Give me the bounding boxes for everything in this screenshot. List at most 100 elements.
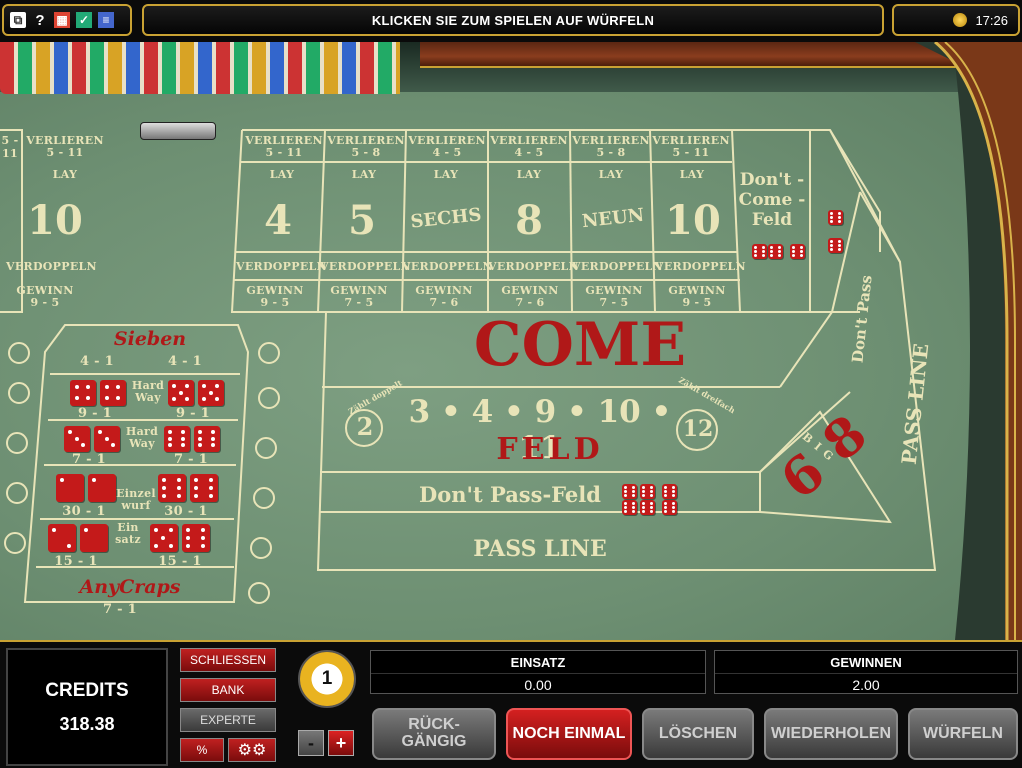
clock-time: 17:26 xyxy=(975,12,1008,28)
wuerfeln-button[interactable]: WÜRFELN xyxy=(908,708,1018,760)
help-icon[interactable]: ? xyxy=(32,12,48,29)
place-number: 4 xyxy=(264,197,292,244)
gewinnen-value: 2.00 xyxy=(715,673,1017,693)
einsatz-label: Ein satz xyxy=(115,521,141,546)
die-icon[interactable] xyxy=(70,380,96,406)
die-icon xyxy=(640,484,655,499)
hop-ring[interactable] xyxy=(6,482,28,504)
place-number[interactable]: 10 xyxy=(14,197,96,244)
plus-button[interactable]: + xyxy=(328,730,354,756)
place-lose-odds: 5 - 8 xyxy=(351,146,381,159)
craps-table[interactable]: 5 - 11 VERLIEREN 5 - 11 LAY 10 VERDOPPEL… xyxy=(0,42,1022,640)
place-win-odds: 7 - 5 xyxy=(599,296,629,309)
die-icon[interactable] xyxy=(182,524,210,552)
place-lay-label: LAY xyxy=(351,168,377,181)
stats-icon[interactable]: ▦ xyxy=(54,12,70,28)
hop-ring[interactable] xyxy=(253,487,275,509)
bank-button[interactable]: BANK xyxy=(180,678,276,702)
place-lose-odds: 5 - 11 xyxy=(672,146,710,159)
die-icon xyxy=(790,244,805,259)
die-icon[interactable] xyxy=(48,524,76,552)
hop-ring[interactable] xyxy=(250,537,272,559)
die-icon[interactable] xyxy=(150,524,178,552)
place-lose-odds: 4 - 5 xyxy=(432,146,462,159)
die-icon[interactable] xyxy=(94,426,120,452)
hop-ring[interactable] xyxy=(258,387,280,409)
sieben-label[interactable]: Sieben xyxy=(100,328,200,350)
die-icon xyxy=(768,244,783,259)
hop-ring[interactable] xyxy=(8,382,30,404)
place-double-label: VERDOPPELN xyxy=(488,260,579,273)
place-lay-label: LAY xyxy=(269,168,295,181)
place-number: 10 xyxy=(665,197,721,244)
einsatz-header: EINSATZ xyxy=(510,655,566,670)
die-icon[interactable] xyxy=(100,380,126,406)
come-area[interactable]: COME xyxy=(440,310,720,380)
die-icon xyxy=(622,500,637,515)
die-icon[interactable] xyxy=(168,380,194,406)
sieben-odds: 4 - 1 xyxy=(167,354,203,369)
place-lay-label: LAY xyxy=(433,168,459,181)
experte-button[interactable]: EXPERTE xyxy=(180,708,276,732)
any-craps-odds: 7 - 1 xyxy=(102,602,138,617)
windows-icon[interactable]: ⧉ xyxy=(10,12,26,28)
place-number: 5 xyxy=(348,197,376,244)
loeschen-button[interactable]: LÖSCHEN xyxy=(642,708,754,760)
field-two: 2 xyxy=(356,412,374,441)
place-double-label: VERDOPPELN xyxy=(6,260,97,273)
rueckgaengig-button[interactable]: RÜCK- GÄNGIG xyxy=(372,708,496,760)
any-craps[interactable]: AnyCraps xyxy=(50,576,210,598)
hop-ring[interactable] xyxy=(248,582,270,604)
dont-pass-feld[interactable]: Don't Pass-Feld xyxy=(400,482,620,507)
die-icon[interactable] xyxy=(194,426,220,452)
top-right-clock: 17:26 xyxy=(892,4,1020,36)
schliessen-button[interactable]: SCHLIESSEN xyxy=(180,648,276,672)
place-win-odds: 9 - 5 xyxy=(30,296,60,309)
percent-button[interactable]: % xyxy=(180,738,224,762)
die-icon[interactable] xyxy=(158,474,186,502)
hop-ring[interactable] xyxy=(4,532,26,554)
die-icon[interactable] xyxy=(64,426,90,452)
hw-odds: 7 - 1 xyxy=(71,452,107,467)
check-icon[interactable]: ✓ xyxy=(76,12,92,28)
place-double-label: VERDOPPELN xyxy=(320,260,411,273)
minus-button[interactable]: - xyxy=(298,730,324,756)
status-message: KLICKEN SIE ZUM SPIELEN AUF WÜRFELN xyxy=(142,4,884,36)
place-double-label: VERDOPPELN xyxy=(572,260,663,273)
place-lay-label: LAY xyxy=(598,168,624,181)
die-icon xyxy=(640,500,655,515)
place-double-label: VERDOPPELN xyxy=(402,260,493,273)
die-icon[interactable] xyxy=(190,474,218,502)
noch-einmal-button[interactable]: NOCH EINMAL xyxy=(506,708,632,760)
pass-line[interactable]: PASS LINE xyxy=(420,536,660,562)
place-win-odds: 7 - 5 xyxy=(344,296,374,309)
die-icon[interactable] xyxy=(198,380,224,406)
hop-ring[interactable] xyxy=(258,342,280,364)
place-lose-odds: 5 - 11 xyxy=(46,146,84,159)
credits-display: CREDITS 318.38 xyxy=(6,648,168,766)
top-left-toolbar: ⧉ ? ▦ ✓ ≡ xyxy=(2,4,132,36)
place-win-odds: 9 - 5 xyxy=(682,296,712,309)
place-lay-label: LAY xyxy=(679,168,705,181)
die-icon[interactable] xyxy=(56,474,84,502)
die-icon[interactable] xyxy=(88,474,116,502)
hw-odds: 7 - 1 xyxy=(173,452,209,467)
place-number: 8 xyxy=(515,197,543,244)
wiederholen-button[interactable]: WIEDERHOLEN xyxy=(764,708,898,760)
feld-label: FELD xyxy=(496,432,604,467)
hop-ring[interactable] xyxy=(255,437,277,459)
gear-icon[interactable]: ⚙⚙ xyxy=(228,738,276,762)
place-win-odds: 7 - 6 xyxy=(429,296,459,309)
sieben-odds: 4 - 1 xyxy=(79,354,115,369)
dont-come-feld[interactable]: Don't -Come -Feld xyxy=(736,170,808,230)
settings-icon[interactable]: ≡ xyxy=(98,12,114,28)
chip-selector[interactable]: 1 xyxy=(298,650,356,708)
place-lose-odds: 5 - 11 xyxy=(265,146,303,159)
hop-ring[interactable] xyxy=(8,342,30,364)
credits-value: 318.38 xyxy=(59,713,115,734)
hop-ring[interactable] xyxy=(6,432,28,454)
die-icon[interactable] xyxy=(80,524,108,552)
place-double-label: VERDOPPELN xyxy=(236,260,327,273)
place-lose-odds: 4 - 5 xyxy=(514,146,544,159)
die-icon[interactable] xyxy=(164,426,190,452)
